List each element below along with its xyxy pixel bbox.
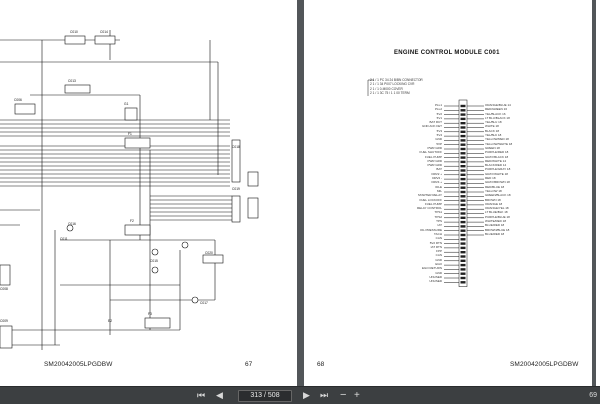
pin-terminal <box>460 203 466 207</box>
last-page-icon[interactable]: ⏭ <box>320 387 328 404</box>
connector-block <box>247 171 259 187</box>
component-box <box>124 137 151 149</box>
pin-terminal <box>460 263 466 267</box>
connector-label: G1 <box>124 102 129 106</box>
first-page-icon[interactable]: ⏮ <box>197 387 205 404</box>
wire-label-list: ORANGE/BLUE 14 RED/GREEN 16 YEL/BLACK 16 LT… <box>485 103 555 236</box>
pin-terminal <box>460 190 466 194</box>
pin-terminal <box>460 130 466 133</box>
pin-terminal <box>460 122 466 125</box>
component-box <box>64 35 86 45</box>
prev-page-icon[interactable]: ◀ <box>216 387 223 404</box>
pin-terminal <box>460 104 466 108</box>
component-box <box>124 107 138 121</box>
connector-label: C016 <box>68 222 76 226</box>
pin-terminal <box>460 143 466 146</box>
pin-terminal <box>460 156 466 159</box>
footer-code: SM20042005LPGDBW <box>44 361 113 368</box>
connector-label: C010 <box>70 30 78 34</box>
connector-label: C008 <box>0 287 8 291</box>
connector-block <box>247 197 259 219</box>
pin-terminal <box>460 208 466 211</box>
pin-terminal <box>460 272 466 275</box>
zoom-level[interactable]: 69 <box>589 387 597 404</box>
pin-terminal <box>460 113 466 116</box>
component-box <box>124 224 151 236</box>
pin-terminal <box>460 199 466 202</box>
page-number: 68 <box>317 361 325 368</box>
pin-terminal <box>460 216 466 219</box>
pin-terminal <box>460 212 466 215</box>
pin-terminal <box>460 152 466 155</box>
connector-label: C009 <box>0 319 8 323</box>
pin-terminal <box>460 195 466 198</box>
ground-symbol <box>151 266 159 274</box>
pin-terminal <box>460 169 466 172</box>
pin-terminal <box>460 268 466 271</box>
pin-terminal <box>460 109 466 112</box>
pin-terminal <box>460 255 466 258</box>
pin-terminal <box>460 242 466 245</box>
pin-terminal <box>460 165 466 168</box>
connector-label: C014 <box>100 30 108 34</box>
page-number-field[interactable]: 313 / 508 <box>238 390 292 402</box>
pin-terminal <box>460 238 466 241</box>
connector-label: C017 <box>200 301 208 305</box>
pin-terminal <box>460 220 466 224</box>
wire-label: BLUE/RED 18 <box>485 231 505 236</box>
connector-label: F1 <box>128 132 132 136</box>
wiring-diagram: C010 C014 C013 C006 G1 F1 C018 C019 C016 F2 C011 C0… <box>0 30 259 350</box>
zoom-in-icon[interactable]: + <box>354 387 360 404</box>
pin-terminal <box>460 139 466 142</box>
connector-label: C015 <box>150 259 158 263</box>
ground-symbol <box>191 296 199 304</box>
footer-code: SM20042005LPGDBW <box>510 361 579 368</box>
pin-terminal <box>460 147 466 151</box>
connector-label: C006 <box>14 98 22 102</box>
connector-label: C013 <box>68 79 76 83</box>
pin-terminal <box>460 276 466 280</box>
pin-terminal <box>460 281 466 284</box>
pin-terminal <box>460 134 466 138</box>
component-box <box>202 254 224 264</box>
connector-label: C018 <box>232 145 240 149</box>
connector-label: C020 <box>205 251 213 255</box>
pin-terminal <box>460 160 466 164</box>
pin-terminal <box>460 182 466 185</box>
pin-terminal <box>460 251 466 254</box>
connector-label: F3 <box>148 312 152 316</box>
component-box <box>14 103 36 115</box>
component-box <box>144 317 171 329</box>
component-box <box>64 84 91 94</box>
component-box <box>0 325 13 349</box>
ground-symbol <box>151 248 159 256</box>
connector-label: F2 <box>130 219 134 223</box>
left-page: C010 C014 C013 C006 G1 F1 C018 C019 C016 F2 C011 C0… <box>0 0 297 386</box>
pin-terminal <box>460 173 466 176</box>
right-page: ENGINE CONTROL MODULE C001 2 1 / 1 PC 34… <box>304 0 592 386</box>
connector-label: C011 <box>60 237 68 241</box>
zoom-out-icon[interactable]: − <box>340 387 346 404</box>
pin-terminal <box>460 233 466 237</box>
component-box <box>0 264 11 286</box>
connector-label: C019 <box>232 187 240 191</box>
pin-terminal <box>460 117 466 121</box>
pin-terminal <box>460 246 466 250</box>
pin-terminal <box>460 229 466 232</box>
connector-block <box>231 195 241 223</box>
pin-terminal <box>460 225 466 228</box>
pin-terminal <box>460 177 466 181</box>
pin-terminal <box>460 259 466 262</box>
pin-terminal <box>460 126 466 129</box>
pin-terminal <box>460 186 466 189</box>
pdf-toolbar: ⏮ ◀ 313 / 508 ▶ ⏭ − + 69 <box>0 386 600 404</box>
next-page-icon[interactable]: ▶ <box>303 387 310 404</box>
page-number: 67 <box>245 361 253 368</box>
ground-symbol <box>181 241 189 249</box>
next-page-edge <box>596 0 600 386</box>
note-bracket <box>367 79 374 96</box>
component-box <box>94 35 116 45</box>
connector-label: E2 <box>108 319 112 323</box>
